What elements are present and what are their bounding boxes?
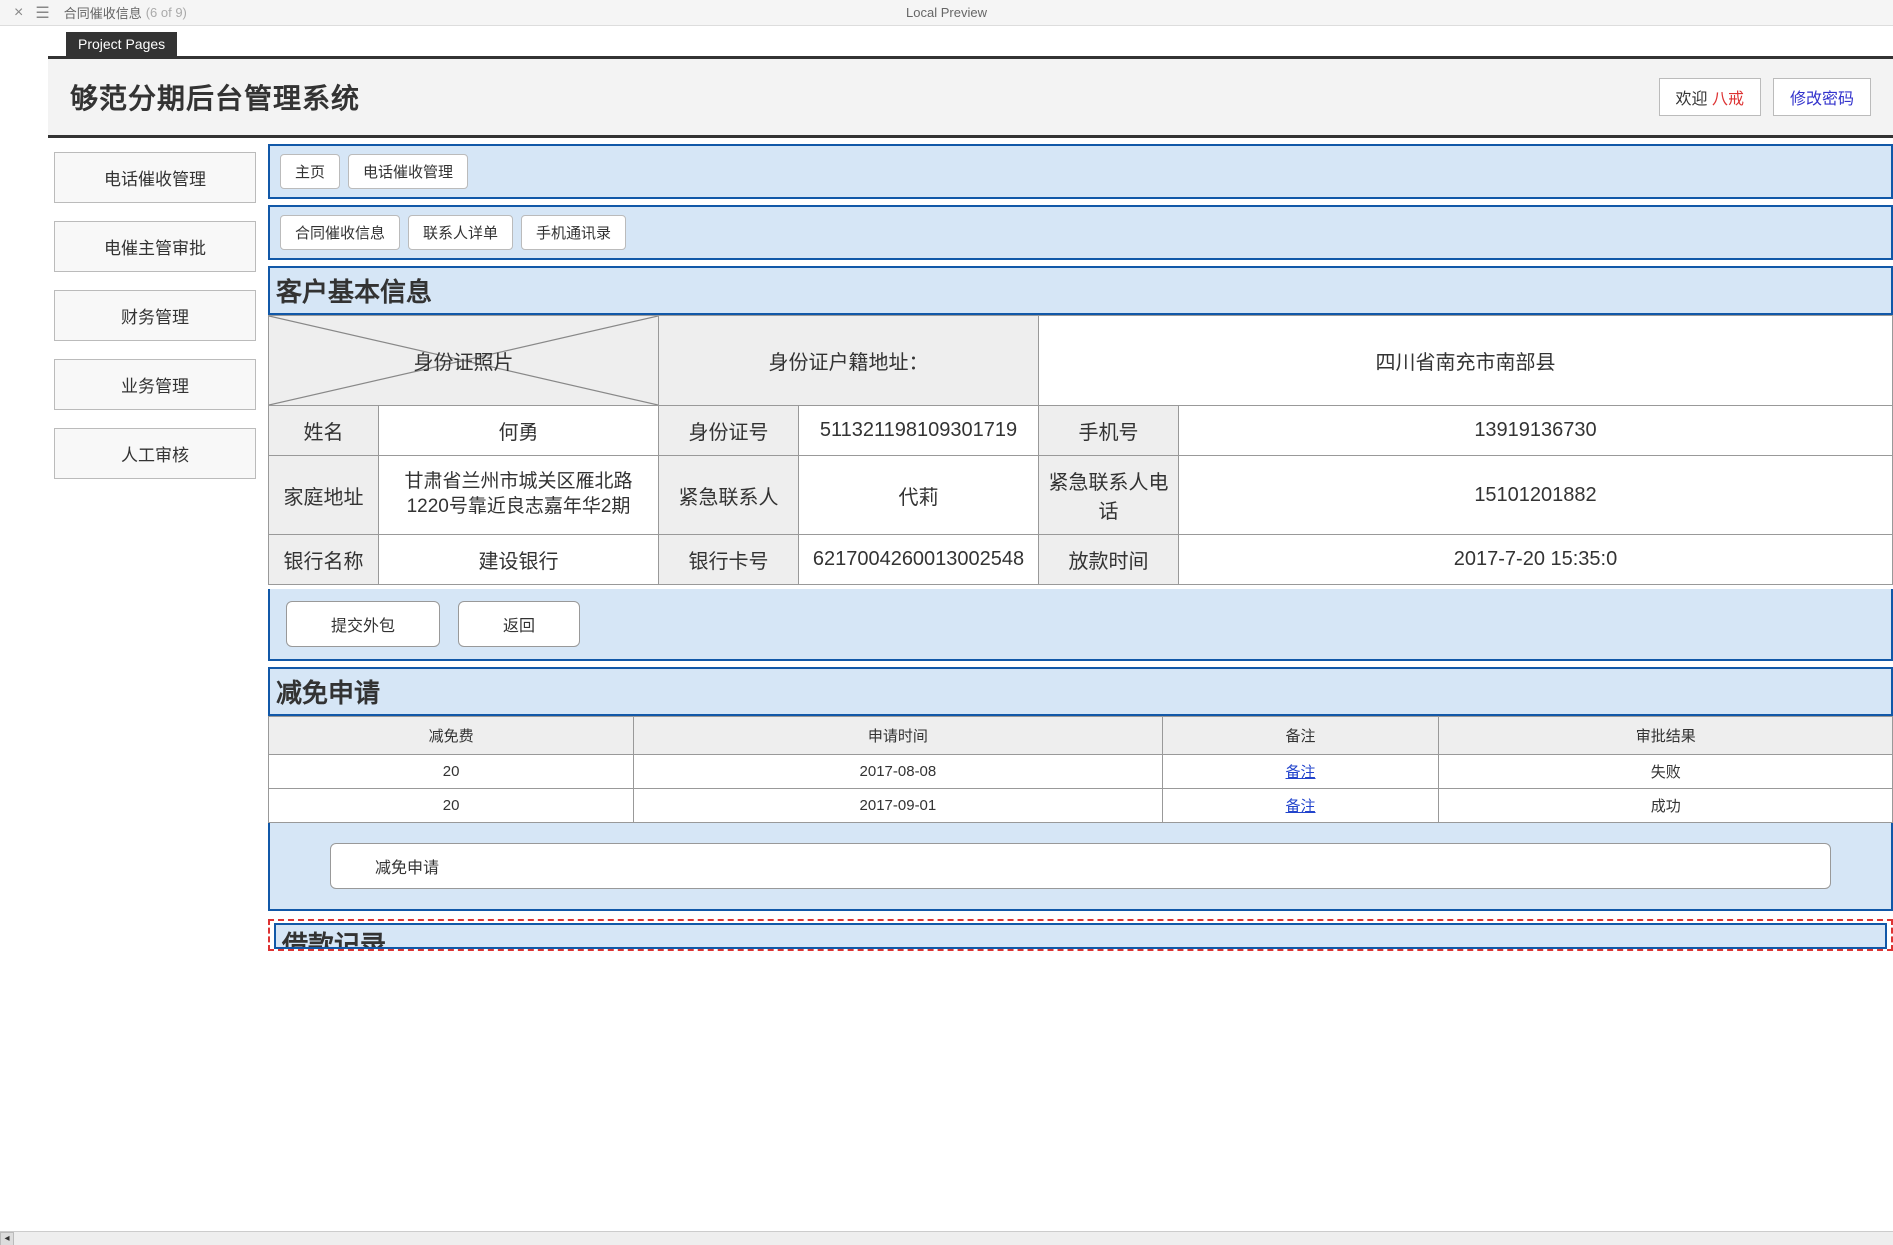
sidebar-item-finance[interactable]: 财务管理 (54, 290, 256, 341)
name-label: 姓名 (269, 406, 379, 456)
hukou-addr-label: 身份证户籍地址： (659, 316, 1039, 406)
bank-no-value: 6217004260013002548 (799, 535, 1039, 585)
id-photo-label: 身份证照片 (414, 352, 514, 374)
hamburger-icon[interactable]: ☰ (31, 3, 59, 23)
sidebar-item-supervisor-approval[interactable]: 电催主管审批 (54, 221, 256, 272)
reduce-note-link[interactable]: 备注 (1286, 798, 1316, 815)
toolbar-tab-count: (6 of 9) (146, 5, 187, 20)
welcome-user: 八戒 (1712, 91, 1744, 108)
sidebar-item-business[interactable]: 业务管理 (54, 359, 256, 410)
welcome-box: 欢迎 八戒 (1659, 78, 1761, 116)
sidebar-item-manual-review[interactable]: 人工审核 (54, 428, 256, 479)
id-no-value: 511321198109301719 (799, 406, 1039, 456)
hukou-addr-value: 四川省南充市南部县 (1039, 316, 1893, 406)
phone-value: 13919136730 (1179, 406, 1893, 456)
phone-label: 手机号 (1039, 406, 1179, 456)
crumb-home[interactable]: 主页 (280, 154, 340, 189)
reduce-col-date: 申请时间 (634, 717, 1162, 755)
toolbar-center-label: Local Preview (906, 5, 987, 20)
back-button[interactable]: 返回 (458, 601, 580, 647)
section-loan-records: 借款记录 (274, 923, 1887, 949)
section-customer-info: 客户基本信息 (268, 266, 1893, 315)
reduce-note-link[interactable]: 备注 (1286, 764, 1316, 781)
home-addr-value: 甘肃省兰州市城关区雁北路1220号靠近良志嘉年华2期 (379, 456, 659, 535)
reduce-result: 失败 (1439, 755, 1893, 789)
bank-name-value: 建设银行 (379, 535, 659, 585)
close-icon[interactable]: × (6, 4, 31, 22)
loan-records-wrap: 借款记录 (268, 919, 1893, 951)
project-pages-badge[interactable]: Project Pages (66, 32, 177, 56)
emergency-contact-label: 紧急联系人 (659, 456, 799, 535)
content: 主页 电话催收管理 合同催收信息 联系人详单 手机通讯录 客户基本信息 身份证照… (262, 138, 1893, 951)
disburse-time-value: 2017-7-20 15:35:0 (1179, 535, 1893, 585)
customer-actions: 提交外包 返回 (268, 589, 1893, 661)
breadcrumb-bar-2: 合同催收信息 联系人详单 手机通讯录 (268, 205, 1893, 260)
emergency-contact-value: 代莉 (799, 456, 1039, 535)
sidebar-item-phone-collection[interactable]: 电话催收管理 (54, 152, 256, 203)
reduce-table: 减免费 申请时间 备注 审批结果 20 2017-08-08 备注 失败 20 … (268, 716, 1893, 823)
id-no-label: 身份证号 (659, 406, 799, 456)
reduce-actions: 减免申请 (268, 823, 1893, 911)
emergency-phone-label: 紧急联系人电话 (1039, 456, 1179, 535)
home-addr-label: 家庭地址 (269, 456, 379, 535)
crumb-phone-collection[interactable]: 电话催收管理 (348, 154, 468, 189)
scroll-left-icon[interactable]: ◂ (0, 1232, 14, 1245)
reduce-result: 成功 (1439, 789, 1893, 823)
app-toolbar: × ☰ 合同催收信息 (6 of 9) Local Preview (0, 0, 1893, 26)
horizontal-scrollbar[interactable]: ◂ (0, 1231, 1893, 1245)
section-reduce: 减免申请 (268, 667, 1893, 716)
tab-contact-list[interactable]: 联系人详单 (408, 215, 513, 250)
change-password-button[interactable]: 修改密码 (1773, 78, 1871, 116)
submit-outsource-button[interactable]: 提交外包 (286, 601, 440, 647)
toolbar-tab-title: 合同催收信息 (64, 3, 142, 22)
emergency-phone-value: 15101201882 (1179, 456, 1893, 535)
tab-contract-collection[interactable]: 合同催收信息 (280, 215, 400, 250)
breadcrumb-bar-1: 主页 电话催收管理 (268, 144, 1893, 199)
reduce-date: 2017-08-08 (634, 755, 1162, 789)
reduce-col-fee: 减免费 (269, 717, 634, 755)
reduce-fee: 20 (269, 789, 634, 823)
disburse-time-label: 放款时间 (1039, 535, 1179, 585)
sidebar: 电话催收管理 电催主管审批 财务管理 业务管理 人工审核 (48, 138, 262, 951)
reduce-col-note: 备注 (1162, 717, 1439, 755)
table-row: 20 2017-09-01 备注 成功 (269, 789, 1893, 823)
bank-name-label: 银行名称 (269, 535, 379, 585)
name-value: 何勇 (379, 406, 659, 456)
reduce-date: 2017-09-01 (634, 789, 1162, 823)
customer-info-table: 身份证照片 身份证户籍地址： 四川省南充市南部县 姓名 何勇 身份证号 5113… (268, 315, 1893, 585)
reduce-apply-button[interactable]: 减免申请 (330, 843, 1831, 889)
page-title: 够范分期后台管理系统 (70, 77, 360, 117)
tab-phone-contacts[interactable]: 手机通讯录 (521, 215, 626, 250)
welcome-label: 欢迎 (1676, 91, 1708, 108)
id-photo-cell: 身份证照片 (269, 316, 659, 406)
page-header: 够范分期后台管理系统 欢迎 八戒 修改密码 (48, 56, 1893, 138)
bank-no-label: 银行卡号 (659, 535, 799, 585)
reduce-fee: 20 (269, 755, 634, 789)
table-row: 20 2017-08-08 备注 失败 (269, 755, 1893, 789)
reduce-col-result: 审批结果 (1439, 717, 1893, 755)
